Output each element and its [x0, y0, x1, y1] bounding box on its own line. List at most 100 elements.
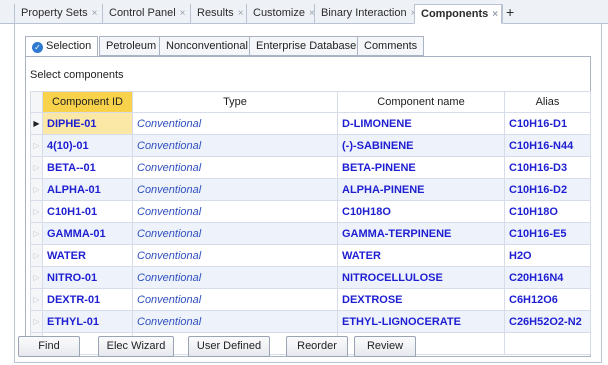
- component-name-cell[interactable]: DEXTROSE: [337, 288, 505, 311]
- components-form: ✓ Selection Petroleum Nonconventional Ent…: [14, 24, 602, 363]
- type-cell[interactable]: Conventional: [132, 178, 338, 201]
- close-icon[interactable]: ×: [238, 8, 244, 19]
- table-row[interactable]: ▷ BETA--01 Conventional BETA-PINENE C10H…: [30, 156, 591, 179]
- table-row[interactable]: ▷ DEXTR-01 Conventional DEXTROSE C6H12O6: [30, 288, 591, 311]
- type-cell[interactable]: Conventional: [132, 156, 338, 179]
- column-header-type[interactable]: Type: [132, 91, 338, 113]
- component-id-cell[interactable]: ETHYL-01: [42, 310, 133, 333]
- table-row[interactable]: ▷ 4(10)-01 Conventional (-)-SABINENE C10…: [30, 134, 591, 157]
- type-cell[interactable]: Conventional: [132, 288, 338, 311]
- component-name-cell[interactable]: D-LIMONENE: [337, 112, 505, 135]
- tab-results[interactable]: Results ×: [190, 4, 244, 24]
- component-name-cell[interactable]: BETA-PINENE: [337, 156, 505, 179]
- type-cell[interactable]: Conventional: [132, 266, 338, 289]
- tab-label: Customize: [253, 7, 305, 19]
- alias-cell[interactable]: C10H16-D1: [504, 112, 591, 135]
- row-indicator-header: [30, 91, 43, 113]
- tab-binary-interaction[interactable]: Binary Interaction×: [314, 4, 416, 24]
- row-indicator-icon: ▷: [30, 178, 43, 201]
- tab-control-panel[interactable]: Control Panel ×: [102, 4, 186, 24]
- type-cell[interactable]: Conventional: [132, 112, 338, 135]
- alias-cell[interactable]: C10H18O: [504, 200, 591, 223]
- alias-cell[interactable]: C10H16-E5: [504, 222, 591, 245]
- component-name-cell[interactable]: C10H18O: [337, 200, 505, 223]
- table-row[interactable]: ▷ GAMMA-01 Conventional GAMMA-TERPINENE …: [30, 222, 591, 245]
- find-button[interactable]: Find: [18, 336, 80, 357]
- review-button[interactable]: Review: [354, 336, 416, 357]
- component-id-cell[interactable]: WATER: [42, 244, 133, 267]
- alias-cell[interactable]: [504, 332, 591, 355]
- tab-label: Control Panel: [109, 7, 176, 19]
- tab-comments[interactable]: Comments: [357, 36, 425, 56]
- row-indicator-icon: ▷: [30, 222, 43, 245]
- current-row-arrow-icon: ▶: [30, 112, 43, 135]
- component-id-cell[interactable]: DIPHE-01: [42, 112, 133, 135]
- table-row[interactable]: ▷ NITRO-01 Conventional NITROCELLULOSE C…: [30, 266, 591, 289]
- alias-cell[interactable]: C26H52O2-N2: [504, 310, 591, 333]
- check-icon: ✓: [32, 42, 43, 53]
- type-cell[interactable]: Conventional: [132, 310, 338, 333]
- tab-property-sets[interactable]: Property Sets ×: [14, 4, 97, 24]
- table-row[interactable]: ▷ ETHYL-01 Conventional ETHYL-LIGNOCERAT…: [30, 310, 591, 333]
- column-header-component-id[interactable]: Component ID: [42, 91, 133, 113]
- tab-nonconventional[interactable]: Nonconventional: [159, 36, 255, 56]
- tab-petroleum[interactable]: Petroleum: [99, 36, 164, 56]
- row-indicator-icon: ▷: [30, 200, 43, 223]
- column-header-component-name[interactable]: Component name: [337, 91, 505, 113]
- alias-cell[interactable]: C10H16-D2: [504, 178, 591, 201]
- type-cell[interactable]: Conventional: [132, 200, 338, 223]
- close-icon[interactable]: ×: [92, 8, 98, 19]
- component-name-cell[interactable]: (-)-SABINENE: [337, 134, 505, 157]
- component-name-cell[interactable]: WATER: [337, 244, 505, 267]
- selection-panel: Select components Component ID Type Comp…: [25, 56, 591, 357]
- close-icon[interactable]: ×: [180, 8, 186, 19]
- section-label: Select components: [30, 69, 124, 81]
- table-row[interactable]: ▷ WATER Conventional WATER H2O: [30, 244, 591, 267]
- type-cell[interactable]: Conventional: [132, 134, 338, 157]
- alias-cell[interactable]: C6H12O6: [504, 288, 591, 311]
- component-name-cell[interactable]: ALPHA-PINENE: [337, 178, 505, 201]
- column-header-alias[interactable]: Alias: [504, 91, 591, 113]
- table-row[interactable]: ▶ DIPHE-01 Conventional D-LIMONENE C10H1…: [30, 112, 591, 135]
- component-id-cell[interactable]: C10H1-01: [42, 200, 133, 223]
- tab-customize[interactable]: Customize ×: [246, 4, 315, 24]
- component-name-cell[interactable]: GAMMA-TERPINENE: [337, 222, 505, 245]
- component-id-cell[interactable]: BETA--01: [42, 156, 133, 179]
- alias-cell[interactable]: C10H16-N44: [504, 134, 591, 157]
- type-cell[interactable]: Conventional: [132, 244, 338, 267]
- type-cell[interactable]: Conventional: [132, 222, 338, 245]
- row-indicator-icon: ▷: [30, 156, 43, 179]
- add-tab-button[interactable]: +: [501, 4, 518, 24]
- component-id-cell[interactable]: DEXTR-01: [42, 288, 133, 311]
- table-row[interactable]: ▷ C10H1-01 Conventional C10H18O C10H18O: [30, 200, 591, 223]
- row-indicator-icon: ▷: [30, 134, 43, 157]
- component-id-cell[interactable]: GAMMA-01: [42, 222, 133, 245]
- tab-label: Selection: [46, 40, 92, 52]
- reorder-button[interactable]: Reorder: [286, 336, 348, 357]
- row-indicator-icon: ▷: [30, 244, 43, 267]
- tab-label: Binary Interaction: [321, 7, 407, 19]
- alias-cell[interactable]: H2O: [504, 244, 591, 267]
- row-indicator-icon: ▷: [30, 310, 43, 333]
- tab-components[interactable]: Components ×: [414, 4, 504, 24]
- components-grid: Component ID Type Component name Alias ▶…: [30, 91, 591, 355]
- tab-label: Results: [197, 7, 234, 19]
- user-defined-button[interactable]: User Defined: [188, 336, 270, 357]
- elec-wizard-button[interactable]: Elec Wizard: [98, 336, 174, 357]
- tab-label: Components: [421, 8, 489, 20]
- row-indicator-icon: ▷: [30, 288, 43, 311]
- document-tab-bar: Property Sets × Control Panel × Results × C…: [0, 0, 608, 24]
- tab-enterprise-database[interactable]: Enterprise Database: [249, 36, 364, 56]
- alias-cell[interactable]: C10H16-D3: [504, 156, 591, 179]
- component-id-cell[interactable]: 4(10)-01: [42, 134, 133, 157]
- component-id-cell[interactable]: ALPHA-01: [42, 178, 133, 201]
- component-name-cell[interactable]: ETHYL-LIGNOCERATE: [337, 310, 505, 333]
- alias-cell[interactable]: C20H16N4: [504, 266, 591, 289]
- component-id-cell[interactable]: NITRO-01: [42, 266, 133, 289]
- component-name-cell[interactable]: NITROCELLULOSE: [337, 266, 505, 289]
- row-indicator-icon: ▷: [30, 266, 43, 289]
- tab-label: Property Sets: [21, 7, 88, 19]
- close-icon[interactable]: ×: [492, 9, 498, 20]
- table-row[interactable]: ▷ ALPHA-01 Conventional ALPHA-PINENE C10…: [30, 178, 591, 201]
- tab-selection[interactable]: ✓ Selection: [25, 36, 99, 57]
